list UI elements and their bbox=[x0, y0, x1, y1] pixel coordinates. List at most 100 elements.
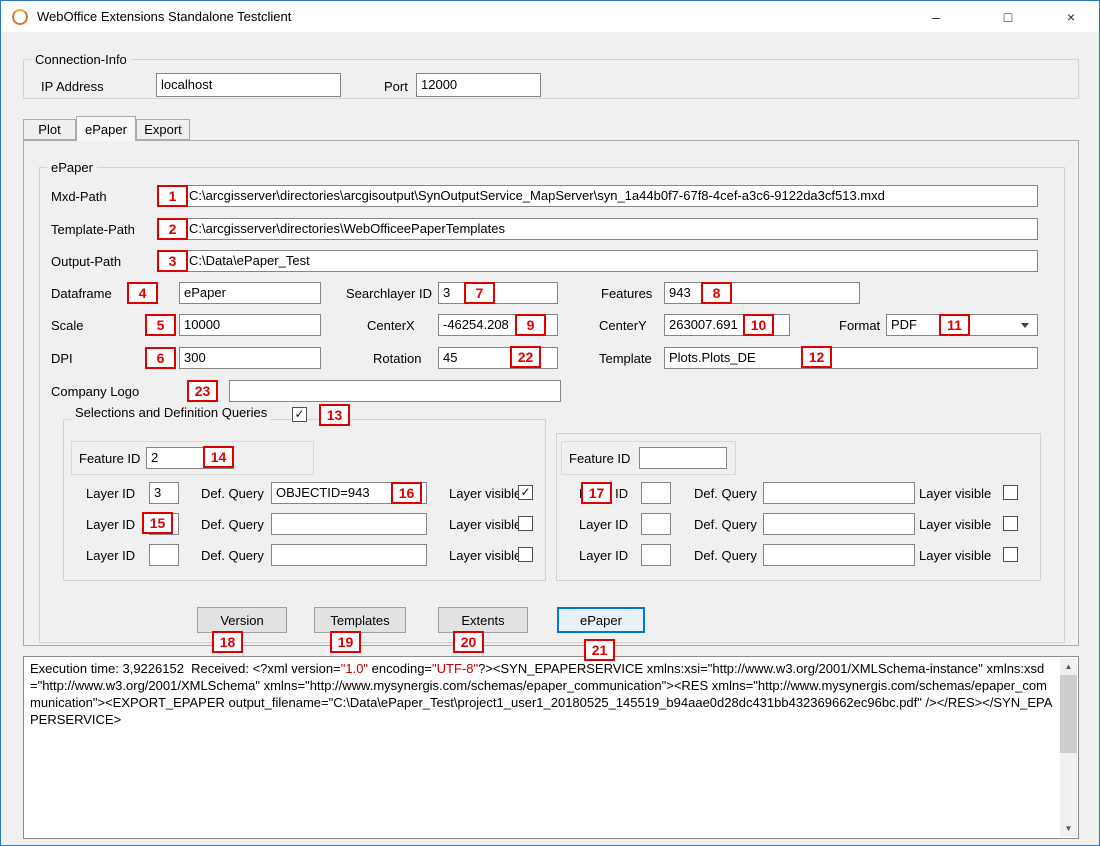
vertical-scrollbar[interactable]: ▲ ▼ bbox=[1060, 658, 1077, 837]
layer-visible-label: Layer visible bbox=[919, 517, 991, 532]
dpi-label: DPI bbox=[51, 351, 73, 366]
features-input[interactable]: 943 bbox=[664, 282, 860, 304]
tab-plot[interactable]: Plot bbox=[23, 119, 76, 140]
annotation-7: 7 bbox=[464, 282, 495, 304]
def-query-label: Def. Query bbox=[694, 548, 757, 563]
scroll-up-button[interactable]: ▲ bbox=[1060, 658, 1077, 675]
close-icon: × bbox=[1067, 9, 1075, 25]
mxd-path-label: Mxd-Path bbox=[51, 189, 107, 204]
epaper-button[interactable]: ePaper bbox=[557, 607, 645, 633]
annotation-5: 5 bbox=[145, 314, 176, 336]
feature-id-label-left: Feature ID bbox=[79, 451, 140, 466]
def-query-input[interactable] bbox=[271, 544, 427, 566]
layer-visible-label: Layer visible bbox=[449, 517, 521, 532]
layer-visible-checkbox[interactable] bbox=[1003, 547, 1018, 562]
def-query-input[interactable] bbox=[763, 482, 915, 504]
selections-group-label: Selections and Definition Queries bbox=[71, 405, 271, 420]
output-path-input[interactable]: C:\Data\ePaper_Test bbox=[184, 250, 1038, 272]
def-query-label: Def. Query bbox=[201, 517, 264, 532]
annotation-9: 9 bbox=[515, 314, 546, 336]
format-dropdown-value: PDF bbox=[891, 317, 917, 332]
dataframe-input[interactable]: ePaper bbox=[179, 282, 321, 304]
dpi-input[interactable]: 300 bbox=[179, 347, 321, 369]
def-query-label: Def. Query bbox=[694, 486, 757, 501]
layer-id-label: Layer ID bbox=[86, 548, 135, 563]
output-text: Execution time: 3,9226152 Received: <?xm… bbox=[30, 660, 1054, 728]
template-path-label: Template-Path bbox=[51, 222, 135, 237]
annotation-15: 15 bbox=[142, 512, 173, 534]
searchlayer-id-input[interactable]: 3 bbox=[438, 282, 558, 304]
layer-visible-checkbox[interactable] bbox=[518, 547, 533, 562]
chevron-down-icon bbox=[1021, 323, 1029, 328]
layer-id-input[interactable] bbox=[149, 544, 179, 566]
feature-id-input-right[interactable] bbox=[639, 447, 727, 469]
def-query-label: Def. Query bbox=[694, 517, 757, 532]
ip-address-input[interactable]: localhost bbox=[156, 73, 341, 97]
annotation-2: 2 bbox=[157, 218, 188, 240]
template-input[interactable]: Plots.Plots_DE bbox=[664, 347, 1038, 369]
def-query-input[interactable] bbox=[271, 513, 427, 535]
annotation-10: 10 bbox=[743, 314, 774, 336]
minimize-button[interactable]: – bbox=[913, 1, 959, 32]
template-label: Template bbox=[599, 351, 652, 366]
close-button[interactable]: × bbox=[1048, 1, 1094, 32]
scroll-up-icon: ▲ bbox=[1065, 662, 1073, 671]
annotation-1: 1 bbox=[157, 185, 188, 207]
annotation-20: 20 bbox=[453, 631, 484, 653]
annotation-16: 16 bbox=[391, 482, 422, 504]
layer-id-input[interactable] bbox=[641, 482, 671, 504]
port-label: Port bbox=[384, 79, 408, 94]
annotation-21: 21 bbox=[584, 639, 615, 661]
extents-button[interactable]: Extents bbox=[438, 607, 528, 633]
def-query-input[interactable] bbox=[763, 544, 915, 566]
layer-visible-checkbox[interactable] bbox=[1003, 485, 1018, 500]
minimize-icon: – bbox=[932, 9, 940, 25]
version-button[interactable]: Version bbox=[197, 607, 287, 633]
layer-visible-checkbox[interactable]: ✓ bbox=[518, 485, 533, 500]
layer-id-input[interactable]: 3 bbox=[149, 482, 179, 504]
layer-id-input[interactable] bbox=[641, 513, 671, 535]
mxd-path-input[interactable]: C:\arcgisserver\directories\arcgisoutput… bbox=[184, 185, 1038, 207]
annotation-14: 14 bbox=[203, 446, 234, 468]
annotation-22: 22 bbox=[510, 346, 541, 368]
annotation-12: 12 bbox=[801, 346, 832, 368]
port-input[interactable]: 12000 bbox=[416, 73, 541, 97]
layer-id-label: Layer ID bbox=[579, 517, 628, 532]
templates-button[interactable]: Templates bbox=[314, 607, 406, 633]
template-path-input[interactable]: C:\arcgisserver\directories\WebOfficeePa… bbox=[184, 218, 1038, 240]
tab-epaper[interactable]: ePaper bbox=[76, 116, 136, 141]
searchlayer-id-label: Searchlayer ID bbox=[346, 286, 432, 301]
app-icon bbox=[12, 9, 28, 25]
layer-visible-checkbox[interactable] bbox=[518, 516, 533, 531]
def-query-input[interactable] bbox=[763, 513, 915, 535]
company-logo-input[interactable] bbox=[229, 380, 561, 402]
layer-visible-label: Layer visible bbox=[449, 548, 521, 563]
title-bar: WebOffice Extensions Standalone Testclie… bbox=[1, 1, 1099, 32]
layer-id-input[interactable] bbox=[641, 544, 671, 566]
annotation-6: 6 bbox=[145, 347, 176, 369]
centery-label: CenterY bbox=[599, 318, 647, 333]
rotation-label: Rotation bbox=[373, 351, 421, 366]
format-label: Format bbox=[839, 318, 880, 333]
def-query-label: Def. Query bbox=[201, 548, 264, 563]
annotation-18: 18 bbox=[212, 631, 243, 653]
result-output-box[interactable]: Execution time: 3,9226152 Received: <?xm… bbox=[23, 656, 1079, 839]
layer-visible-label: Layer visible bbox=[449, 486, 521, 501]
annotation-8: 8 bbox=[701, 282, 732, 304]
scroll-down-button[interactable]: ▼ bbox=[1060, 820, 1077, 837]
layer-visible-checkbox[interactable] bbox=[1003, 516, 1018, 531]
tab-export[interactable]: Export bbox=[136, 119, 190, 140]
dataframe-label: Dataframe bbox=[51, 286, 112, 301]
maximize-button[interactable]: □ bbox=[985, 1, 1031, 32]
connection-info-group-label: Connection-Info bbox=[31, 52, 131, 67]
output-path-label: Output-Path bbox=[51, 254, 121, 269]
annotation-3: 3 bbox=[157, 250, 188, 272]
app-window: WebOffice Extensions Standalone Testclie… bbox=[0, 0, 1100, 846]
def-query-label: Def. Query bbox=[201, 486, 264, 501]
selections-enabled-checkbox[interactable]: ✓ bbox=[292, 407, 307, 422]
scroll-down-icon: ▼ bbox=[1065, 824, 1073, 833]
scale-label: Scale bbox=[51, 318, 84, 333]
ip-address-label: IP Address bbox=[41, 79, 104, 94]
scale-input[interactable]: 10000 bbox=[179, 314, 321, 336]
scrollbar-thumb[interactable] bbox=[1060, 675, 1077, 753]
